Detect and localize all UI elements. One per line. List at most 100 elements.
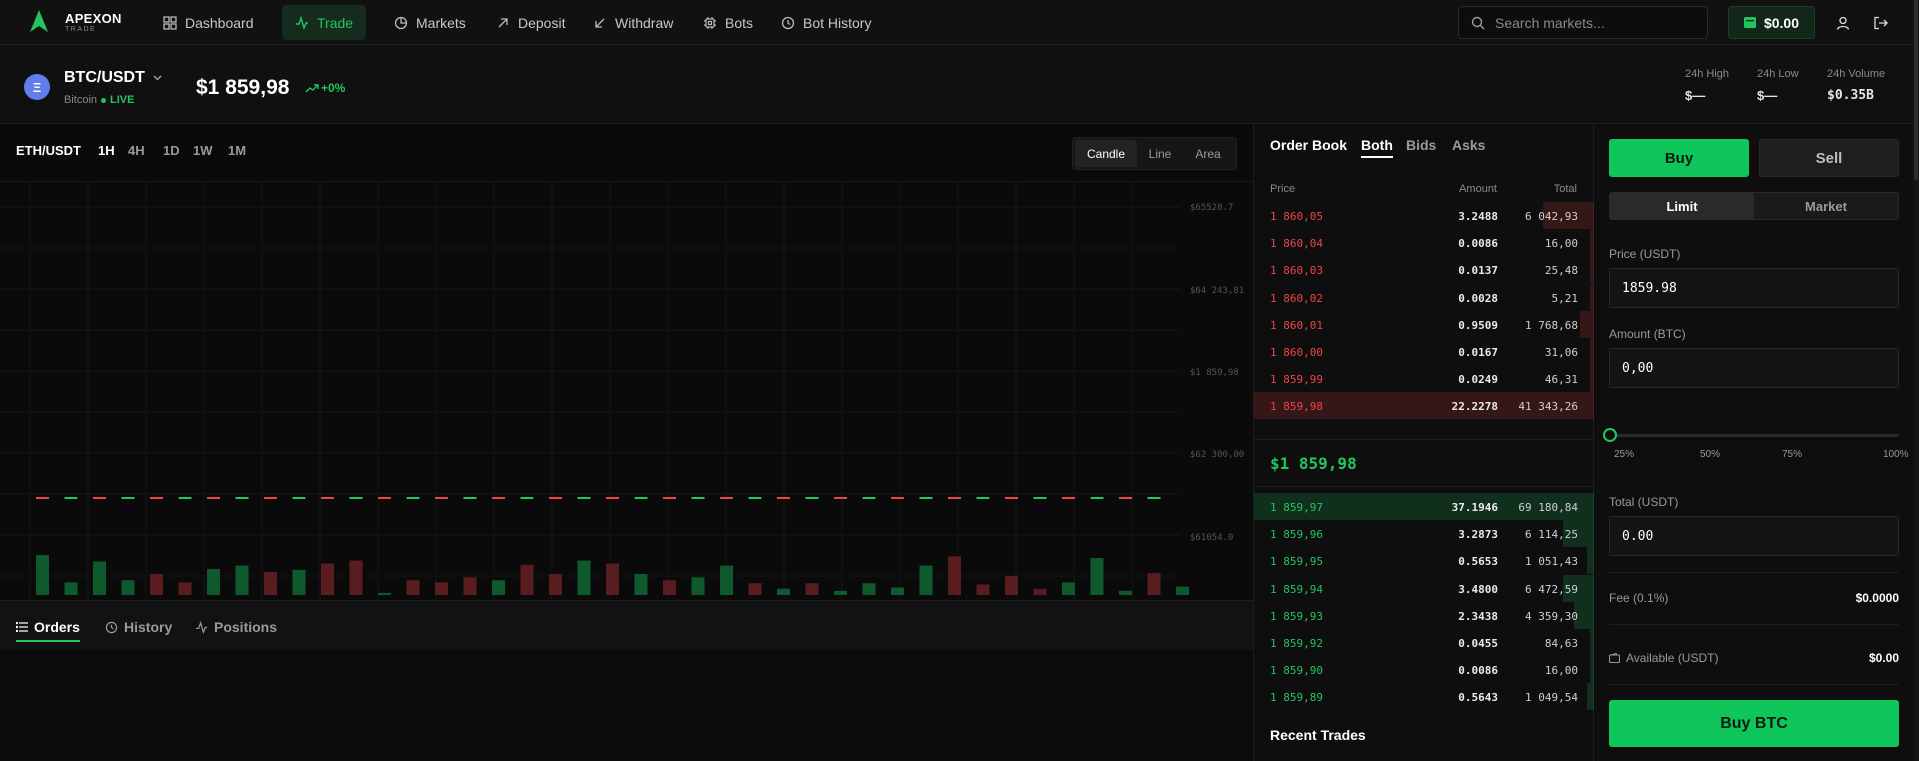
percent-100[interactable]: 100% xyxy=(1883,449,1909,460)
orders-list-area xyxy=(0,650,1253,761)
ask-price: 1 859,98 xyxy=(1270,400,1323,414)
slider-track[interactable] xyxy=(1609,434,1899,437)
profile-button[interactable] xyxy=(1833,13,1853,33)
timeframe-1d[interactable]: 1D xyxy=(163,143,180,158)
buy-tab-button[interactable]: Buy xyxy=(1609,139,1749,177)
bid-total: 84,63 xyxy=(1544,637,1578,650)
amount-input[interactable] xyxy=(1622,360,1886,376)
price-field[interactable] xyxy=(1609,268,1899,308)
ask-amount: 22.2278 xyxy=(1451,400,1498,414)
total-input[interactable] xyxy=(1622,528,1886,544)
mid-price: $1 859,98 xyxy=(1270,454,1357,473)
price-input[interactable] xyxy=(1622,280,1886,296)
bottom-tabs: Orders History Positions xyxy=(0,600,1253,650)
nav-withdraw[interactable]: Withdraw xyxy=(580,5,686,40)
timeframe-4h[interactable]: 4H xyxy=(128,143,145,158)
nav-bots[interactable]: Bots xyxy=(690,5,766,40)
bid-row[interactable]: 1 859,94 3.4800 6 472,59 xyxy=(1254,574,1594,602)
page-scrollbar[interactable] xyxy=(1913,0,1919,761)
wallet-button[interactable]: $0.00 xyxy=(1728,6,1815,39)
tab-history[interactable]: History xyxy=(105,615,172,639)
bid-price: 1 859,89 xyxy=(1270,691,1323,705)
amount-field[interactable] xyxy=(1609,348,1899,388)
tab-positions[interactable]: Positions xyxy=(195,615,277,639)
chart-toolbar: ETH/USDT 1H 4H 1D 1W 1M Candle Line Area xyxy=(0,124,1253,182)
volume-bar xyxy=(150,574,163,595)
stat-24h-volume: 24h Volume $0.35B xyxy=(1827,68,1885,103)
volume-bar xyxy=(663,580,676,595)
volume-bar xyxy=(435,582,448,595)
volume-bar xyxy=(1090,558,1104,595)
nav-dashboard[interactable]: Dashboard xyxy=(150,5,267,40)
bid-price: 1 859,97 xyxy=(1270,501,1323,514)
chart-type-line[interactable]: Line xyxy=(1137,140,1183,167)
bid-row[interactable]: 1 859,95 0.5653 1 051,43 xyxy=(1254,547,1594,575)
nav-markets[interactable]: Markets xyxy=(381,5,479,40)
chart-type-candle[interactable]: Candle xyxy=(1075,140,1137,167)
timeframe-1m[interactable]: 1M xyxy=(228,143,246,158)
orderbook-tab-both[interactable]: Both xyxy=(1361,137,1393,158)
timeframe-1w[interactable]: 1W xyxy=(193,143,213,158)
percent-75[interactable]: 75% xyxy=(1782,449,1802,460)
amount-slider[interactable] xyxy=(1603,428,1899,442)
ask-row[interactable]: 1 859,98 22.2278 41 343,26 xyxy=(1254,392,1594,420)
pair-selector[interactable]: BTC/USDT xyxy=(64,69,162,87)
volume-bar xyxy=(36,555,49,595)
order-type-limit[interactable]: Limit xyxy=(1610,193,1754,219)
bid-row[interactable]: 1 859,92 0.0455 84,63 xyxy=(1254,629,1594,656)
volume-bar xyxy=(748,583,762,595)
orderbook-tab-bids[interactable]: Bids xyxy=(1406,137,1436,153)
y-axis-label: $65528.7 xyxy=(1190,203,1233,213)
bid-row[interactable]: 1 859,97 37.1946 69 180,84 xyxy=(1254,493,1594,520)
price-chart[interactable]: $65528.7 $64 243,81 $1 859,98 $62 300,00 $61… xyxy=(0,182,1253,600)
volume-bar xyxy=(1176,586,1189,595)
nav-deposit[interactable]: Deposit xyxy=(483,5,578,40)
ask-row[interactable]: 1 859,99 0.0249 46,31 xyxy=(1254,365,1594,393)
bid-row[interactable]: 1 859,89 0.5643 1 049,54 xyxy=(1254,683,1594,711)
nav-bot-history[interactable]: Bot History xyxy=(768,5,884,40)
buy-submit-button[interactable]: Buy BTC xyxy=(1609,700,1899,747)
ask-row[interactable]: 1 860,04 0.0086 16,00 xyxy=(1254,229,1594,257)
nav-label: Deposit xyxy=(518,14,566,31)
total-field[interactable] xyxy=(1609,516,1899,556)
tab-orders[interactable]: Orders xyxy=(16,615,80,642)
stat-label: 24h Volume xyxy=(1827,68,1886,80)
percent-50[interactable]: 50% xyxy=(1700,449,1720,460)
orderbook-tab-asks[interactable]: Asks xyxy=(1452,137,1485,153)
chart-type-area[interactable]: Area xyxy=(1183,140,1233,167)
bid-amount: 3.4800 xyxy=(1458,582,1498,596)
top-nav: APEXON TRADE Dashboard Trade Markets Dep… xyxy=(0,0,1919,45)
wallet-balance: $0.00 xyxy=(1763,14,1800,31)
timeframe-1h[interactable]: 1H xyxy=(98,143,115,158)
clock-icon xyxy=(781,16,795,29)
nav-trade[interactable]: Trade xyxy=(282,5,367,40)
tab-label: Positions xyxy=(214,619,278,635)
slider-thumb[interactable] xyxy=(1603,428,1617,442)
search-box[interactable] xyxy=(1458,6,1708,39)
percent-25[interactable]: 25% xyxy=(1614,449,1634,460)
search-input[interactable] xyxy=(1495,14,1695,31)
orderbook-header-amount: Amount xyxy=(1459,183,1497,195)
volume-bar xyxy=(378,592,391,595)
pair-subtitle: Bitcoin LIVE xyxy=(64,94,134,106)
volume-bar xyxy=(1033,588,1047,595)
sell-tab-button[interactable]: Sell xyxy=(1759,139,1899,177)
y-axis-label: $61054.0 xyxy=(1190,533,1233,543)
ask-price: 1 860,03 xyxy=(1270,264,1323,278)
logout-button[interactable] xyxy=(1870,13,1890,33)
bid-price: 1 859,94 xyxy=(1270,582,1323,596)
ask-row[interactable]: 1 860,02 0.0028 5,21 xyxy=(1254,283,1594,311)
volume-bar xyxy=(862,583,876,595)
recent-trades-title: Recent Trades xyxy=(1270,727,1366,743)
ask-row[interactable]: 1 860,00 0.0167 31,06 xyxy=(1254,338,1594,365)
bid-row[interactable]: 1 859,96 3.2873 6 114,25 xyxy=(1254,520,1594,548)
ask-row[interactable]: 1 860,05 3.2488 6 042,93 xyxy=(1254,202,1594,229)
ask-row[interactable]: 1 860,03 0.0137 25,48 xyxy=(1254,256,1594,284)
scrollbar-thumb[interactable] xyxy=(1914,0,1918,180)
order-type-market[interactable]: Market xyxy=(1754,193,1898,219)
ask-row[interactable]: 1 860,01 0.9509 1 768,68 xyxy=(1254,310,1594,338)
bid-row[interactable]: 1 859,93 2.3438 4 359,30 xyxy=(1254,601,1594,629)
bid-row[interactable]: 1 859,90 0.0086 16,00 xyxy=(1254,656,1594,684)
volume-bar xyxy=(777,588,790,595)
nav-label: Dashboard xyxy=(185,14,254,31)
